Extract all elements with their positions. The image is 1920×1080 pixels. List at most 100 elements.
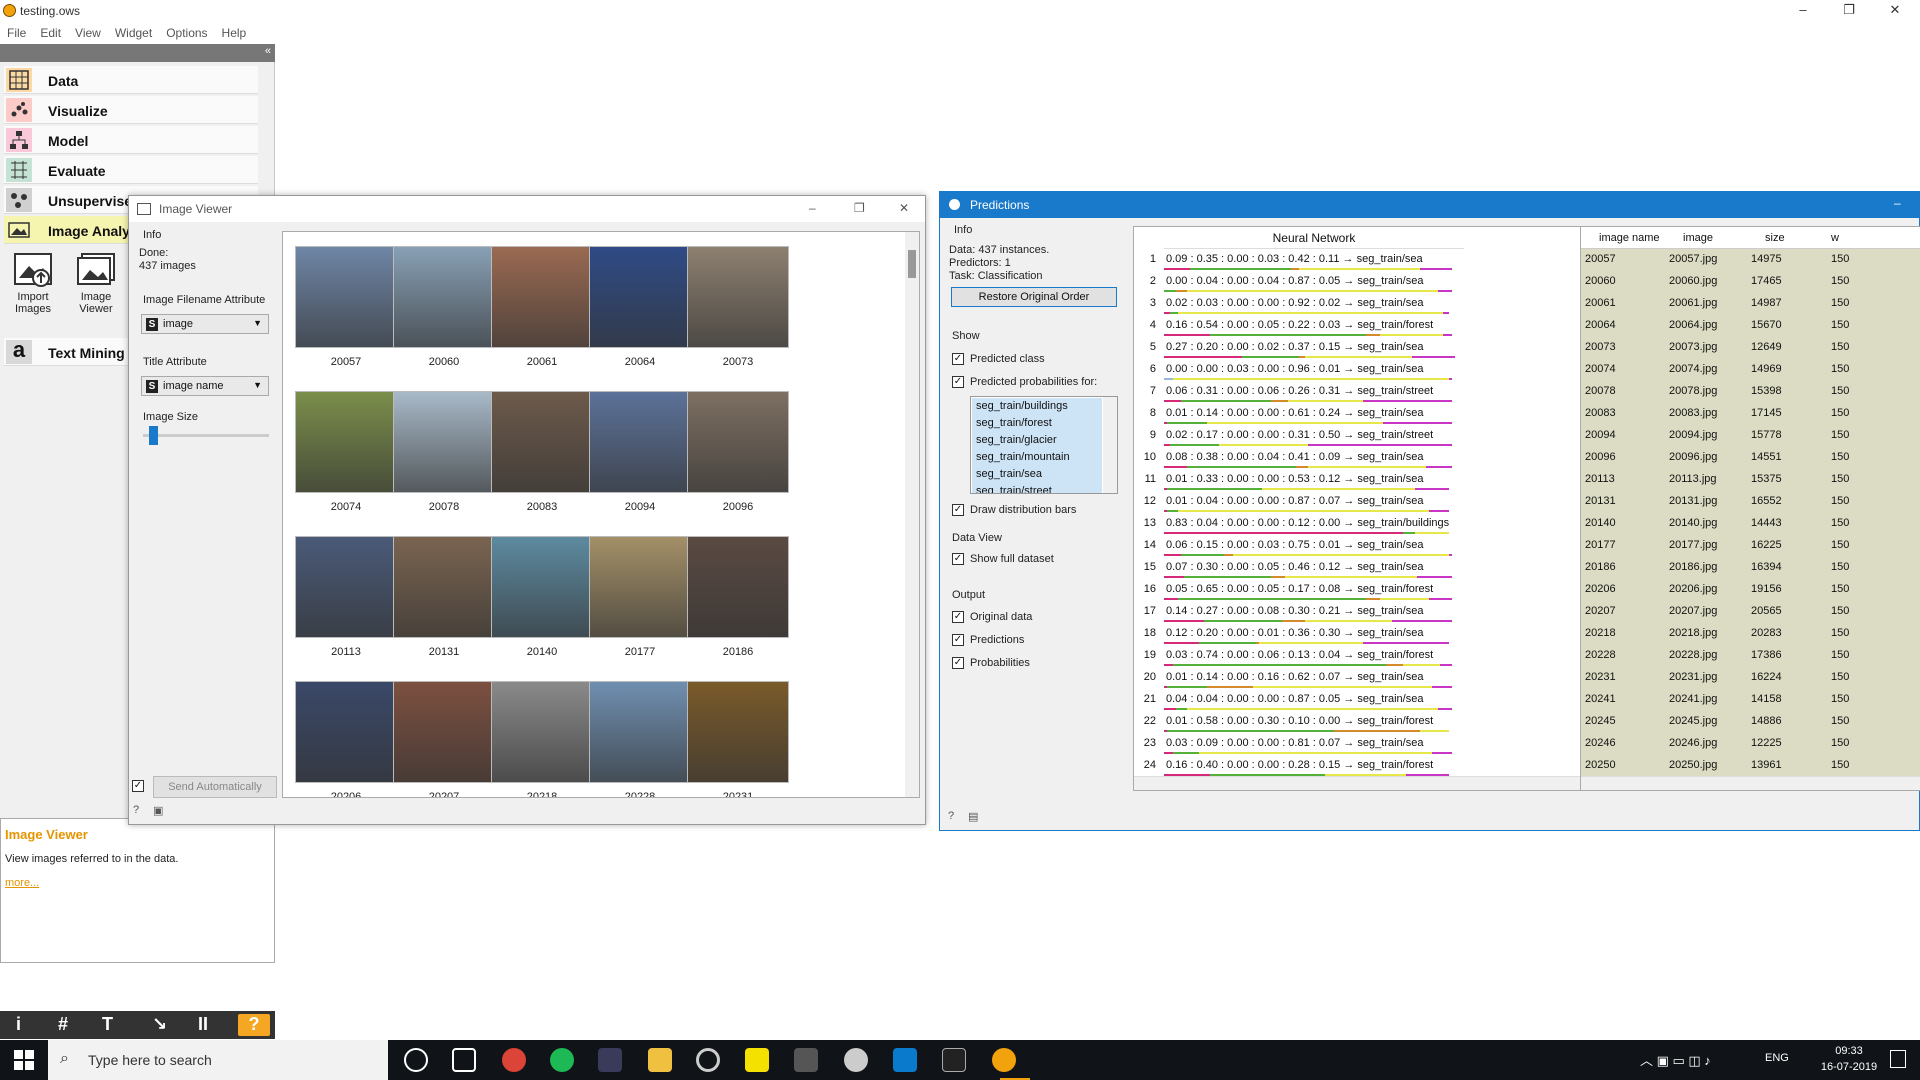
language-indicator[interactable]: ENG [1765,1052,1789,1064]
data-row[interactable]: 20057 20057.jpg 14975 150 [1581,249,1920,271]
prediction-row[interactable]: 17 0.14 : 0.27 : 0.00 : 0.08 : 0.30 : 0.2… [1134,601,1464,623]
data-row[interactable]: 20060 20060.jpg 17465 150 [1581,271,1920,293]
save-icon[interactable]: ▣ [153,804,163,817]
data-row[interactable]: 20177 20177.jpg 16225 150 [1581,535,1920,557]
arrow-annotation-icon[interactable]: ↘ [152,1014,167,1035]
grid-icon[interactable]: # [58,1014,68,1035]
data-row[interactable]: 20186 20186.jpg 16394 150 [1581,557,1920,579]
spotify-icon[interactable] [550,1048,574,1072]
data-column-header[interactable]: w [1831,232,1839,244]
menu-edit[interactable]: Edit [33,22,68,44]
prediction-row[interactable]: 12 0.01 : 0.04 : 0.00 : 0.00 : 0.87 : 0.0… [1134,491,1464,513]
data-row[interactable]: 20246 20246.jpg 12225 150 [1581,733,1920,755]
data-row[interactable]: 20131 20131.jpg 16552 150 [1581,491,1920,513]
prediction-row[interactable]: 6 0.00 : 0.00 : 0.03 : 0.00 : 0.96 : 0.01… [1134,359,1464,381]
probabilities-checkbox[interactable]: ✓ [952,657,964,669]
menu-widget[interactable]: Widget [108,22,159,44]
data-row[interactable]: 20113 20113.jpg 15375 150 [1581,469,1920,491]
windows-start-icon[interactable] [14,1050,34,1070]
data-row[interactable]: 20064 20064.jpg 15670 150 [1581,315,1920,337]
image-thumbnail[interactable] [491,391,593,493]
category-evaluate[interactable]: Evaluate [4,156,258,184]
model-column-header[interactable]: Neural Network [1164,227,1464,249]
data-column-header[interactable]: image [1683,232,1713,244]
prob-class-item[interactable]: seg_train/buildings [972,398,1102,415]
prob-class-item[interactable]: seg_train/mountain [972,449,1102,466]
prediction-row[interactable]: 10 0.08 : 0.38 : 0.00 : 0.04 : 0.41 : 0.0… [1134,447,1464,469]
image-thumbnail[interactable] [393,391,495,493]
data-row[interactable]: 20218 20218.jpg 20283 150 [1581,623,1920,645]
task-view-icon[interactable] [452,1048,476,1072]
restore-order-button[interactable]: Restore Original Order [951,287,1117,307]
prediction-row[interactable]: 15 0.07 : 0.30 : 0.00 : 0.05 : 0.46 : 0.1… [1134,557,1464,579]
image-thumbnail[interactable] [295,681,397,783]
clock-date[interactable]: 16-07-2019 [1814,1061,1884,1073]
clock-time[interactable]: 09:33 [1814,1045,1884,1057]
image-thumbnail[interactable] [491,246,593,348]
draw-bars-checkbox[interactable]: ✓ [952,504,964,516]
prediction-row[interactable]: 1 0.09 : 0.35 : 0.00 : 0.03 : 0.42 : 0.11… [1134,249,1464,271]
slider-handle[interactable] [149,426,159,445]
cortana-icon[interactable] [404,1048,428,1072]
image-grid-scrollbar[interactable] [905,232,919,797]
info-icon[interactable]: i [16,1014,21,1035]
prob-class-item[interactable]: seg_train/glacier [972,432,1102,449]
prediction-row[interactable]: 8 0.01 : 0.14 : 0.00 : 0.00 : 0.61 : 0.24… [1134,403,1464,425]
data-row[interactable]: 20094 20094.jpg 15778 150 [1581,425,1920,447]
show-full-checkbox[interactable]: ✓ [952,553,964,565]
prediction-row[interactable]: 16 0.05 : 0.65 : 0.00 : 0.05 : 0.17 : 0.0… [1134,579,1464,601]
chrome-icon[interactable] [502,1048,526,1072]
image-thumbnail[interactable] [589,391,691,493]
prediction-row[interactable]: 2 0.00 : 0.04 : 0.00 : 0.04 : 0.87 : 0.05… [1134,271,1464,293]
prediction-row[interactable]: 19 0.03 : 0.74 : 0.00 : 0.06 : 0.13 : 0.0… [1134,645,1464,667]
category-model[interactable]: Model [4,126,258,154]
image-thumbnail[interactable] [589,536,691,638]
data-row[interactable]: 20083 20083.jpg 17145 150 [1581,403,1920,425]
image-thumbnail[interactable] [589,681,691,783]
prediction-row[interactable]: 22 0.01 : 0.58 : 0.00 : 0.30 : 0.10 : 0.0… [1134,711,1464,733]
tray-icons[interactable]: ︿ ▣ ▭ ◫ ♪ [1640,1050,1711,1069]
data-row[interactable]: 20245 20245.jpg 14886 150 [1581,711,1920,733]
horizontal-scrollbar[interactable] [1134,776,1582,790]
minimize-button[interactable]: – [809,201,816,215]
data-row[interactable]: 20074 20074.jpg 14969 150 [1581,359,1920,381]
help-icon[interactable]: ? [948,810,954,822]
predicted-prob-checkbox[interactable]: ✓ [952,376,964,388]
help-more-link[interactable]: more... [5,877,39,889]
prediction-row[interactable]: 13 0.83 : 0.04 : 0.00 : 0.00 : 0.12 : 0.0… [1134,513,1464,535]
category-visualize[interactable]: Visualize [4,96,258,124]
taskbar-search[interactable]: ⌕ Type here to search [48,1040,388,1080]
pause-icon[interactable]: II [198,1014,208,1035]
help-icon[interactable]: ? [133,804,139,816]
orange-app-icon[interactable] [992,1048,1016,1072]
image-thumbnail[interactable] [295,246,397,348]
data-row[interactable]: 20241 20241.jpg 14158 150 [1581,689,1920,711]
menu-help[interactable]: Help [215,22,254,44]
send-auto-checkbox[interactable]: ✓ [132,780,144,792]
terminal-icon[interactable] [942,1048,966,1072]
image-thumbnail[interactable] [295,536,397,638]
notifications-icon[interactable] [1890,1050,1906,1068]
menu-view[interactable]: View [68,22,108,44]
minimize-button[interactable]: – [1894,196,1901,210]
maximize-button[interactable]: ❐ [1826,0,1872,22]
data-row[interactable]: 20250 20250.jpg 13961 150 [1581,755,1920,777]
menu-options[interactable]: Options [159,22,214,44]
predicted-class-checkbox[interactable]: ✓ [952,353,964,365]
prediction-row[interactable]: 9 0.02 : 0.17 : 0.00 : 0.00 : 0.31 : 0.50… [1134,425,1464,447]
prediction-row[interactable]: 14 0.06 : 0.15 : 0.00 : 0.03 : 0.75 : 0.0… [1134,535,1464,557]
data-row[interactable]: 20206 20206.jpg 19156 150 [1581,579,1920,601]
prob-class-item[interactable]: seg_train/street [972,483,1102,493]
filename-attr-select[interactable]: S image ▼ [141,314,269,334]
prediction-row[interactable]: 7 0.06 : 0.31 : 0.00 : 0.06 : 0.26 : 0.31… [1134,381,1464,403]
help-icon[interactable]: ? [238,1014,270,1036]
prediction-row[interactable]: 3 0.02 : 0.03 : 0.00 : 0.00 : 0.92 : 0.02… [1134,293,1464,315]
prediction-row[interactable]: 20 0.01 : 0.14 : 0.00 : 0.16 : 0.62 : 0.0… [1134,667,1464,689]
data-row[interactable]: 20231 20231.jpg 16224 150 [1581,667,1920,689]
prob-class-item[interactable]: seg_train/forest [972,415,1102,432]
title-attr-select[interactable]: S image name ▼ [141,376,269,396]
close-button[interactable]: ✕ [899,201,909,215]
data-row[interactable]: 20096 20096.jpg 14551 150 [1581,447,1920,469]
data-row[interactable]: 20061 20061.jpg 14987 150 [1581,293,1920,315]
prediction-row[interactable]: 4 0.16 : 0.54 : 0.00 : 0.05 : 0.22 : 0.03… [1134,315,1464,337]
